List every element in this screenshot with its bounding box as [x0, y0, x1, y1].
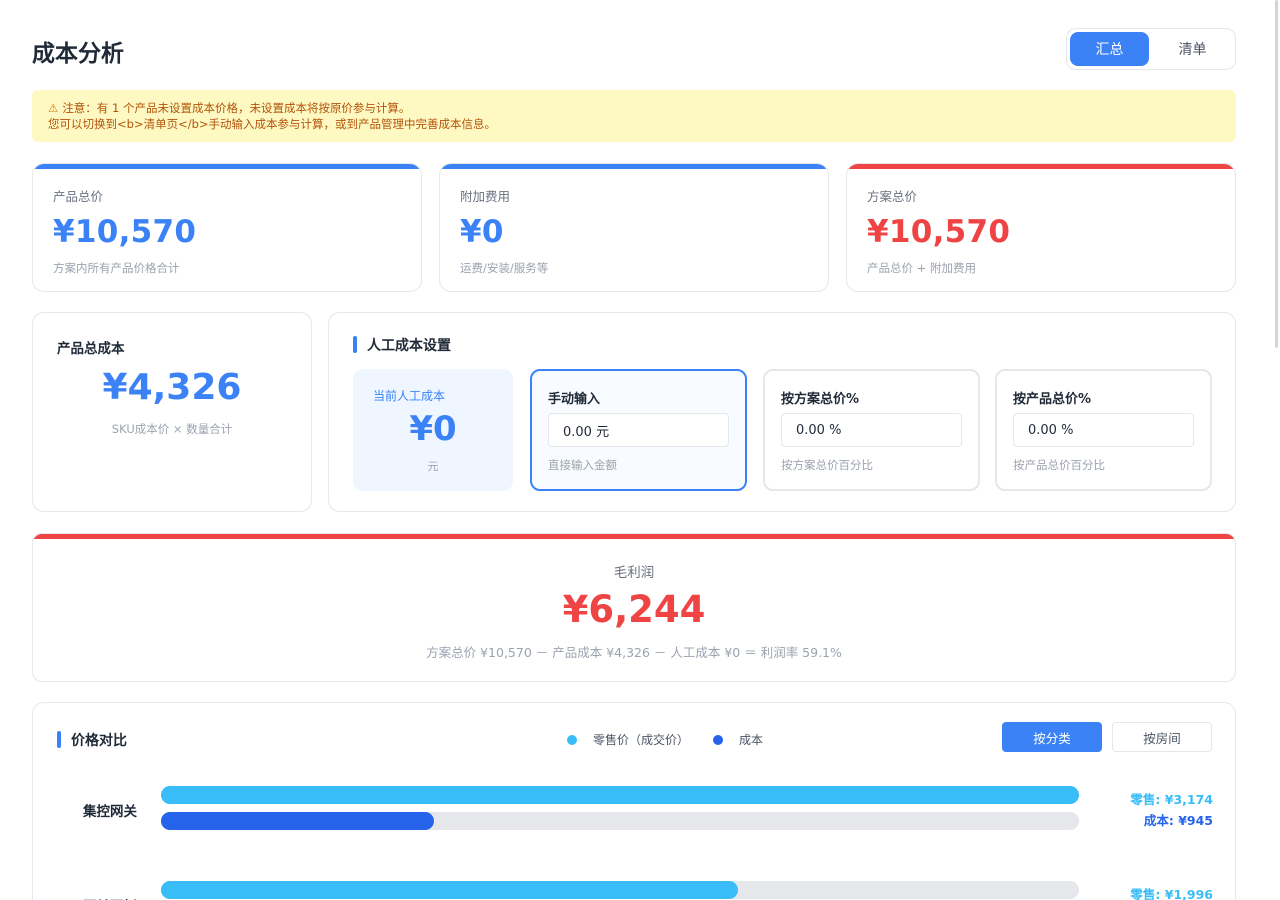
product-cost-value: ¥4,326	[102, 367, 242, 408]
current-labor-unit: 元	[427, 460, 439, 473]
legend-dot-cost	[713, 734, 724, 745]
view-toggle: 汇总 清单	[1066, 28, 1236, 70]
cost-notice: ⚠ 注意：有 1 个产品未设置成本价格，未设置成本将按原价参与计算。 您可以切换到…	[32, 90, 1236, 142]
stat-card-plan-total: 方案总价 ¥10,570 产品总价 + 附加费用	[846, 163, 1236, 292]
legend-label: 成本	[739, 733, 764, 747]
stat-label: 附加费用	[460, 189, 511, 204]
labor-mode-manual[interactable]: 手动输入 直接输入金额	[530, 369, 747, 491]
labor-mode-product-percent[interactable]: 按产品总价% 按产品总价百分比	[995, 369, 1212, 491]
current-labor-label: 当前人工成本	[373, 389, 446, 403]
stat-label: 产品总价	[53, 189, 104, 204]
stat-desc: 运费/安装/服务等	[460, 261, 549, 275]
retail-value-label: 零售: ¥1,996	[1130, 887, 1213, 900]
current-labor-value: ¥0	[409, 409, 457, 449]
warning-icon: ⚠	[48, 101, 59, 115]
stat-accent-bar	[440, 164, 828, 169]
labor-mode-plan-percent[interactable]: 按方案总价% 按方案总价百分比	[763, 369, 980, 491]
mode-desc: 按方案总价百分比	[781, 458, 873, 472]
group-by-room-button[interactable]: 按房间	[1112, 722, 1212, 752]
bar-row: 网关面板 零售: ¥1,996	[33, 881, 1237, 900]
product-cost-title: 产品总成本	[57, 341, 125, 357]
stat-value: ¥10,570	[53, 214, 197, 250]
chart-legend: 零售价（成交价） 成本	[567, 731, 787, 748]
current-labor-box: 当前人工成本 ¥0 元	[353, 369, 513, 491]
labor-cost-panel: 人工成本设置 当前人工成本 ¥0 元 手动输入 直接输入金额 按方案总价% 按方…	[328, 312, 1236, 512]
stat-value: ¥0	[460, 214, 504, 250]
page-title: 成本分析	[32, 41, 124, 67]
cost-value-label: 成本: ¥945	[1143, 813, 1213, 828]
cost-bar	[161, 812, 434, 830]
legend-item-cost: 成本	[713, 731, 763, 748]
retail-bar-track	[161, 786, 1079, 804]
retail-bar-track	[161, 881, 1079, 899]
stat-value: ¥10,570	[867, 214, 1011, 250]
legend-label: 零售价（成交价）	[593, 733, 690, 747]
stat-label: 方案总价	[867, 189, 918, 204]
mode-desc: 按产品总价百分比	[1013, 458, 1105, 472]
stat-desc: 产品总价 + 附加费用	[867, 261, 976, 275]
price-compare-panel: 价格对比 零售价（成交价） 成本 按分类 按房间 集控网关 零售: ¥3,174 成…	[32, 702, 1236, 900]
page-scrollbar[interactable]	[1275, 0, 1278, 348]
plan-percent-input[interactable]	[781, 413, 962, 447]
stat-accent-bar	[847, 164, 1235, 169]
retail-value-label: 零售: ¥3,174	[1130, 792, 1213, 807]
mode-desc: 直接输入金额	[548, 458, 617, 472]
group-toggle: 按分类 按房间	[1002, 722, 1222, 752]
category-label: 集控网关	[83, 804, 137, 820]
product-cost-card: 产品总成本 ¥4,326 SKU成本价 × 数量合计	[32, 312, 312, 512]
stat-card-product-total: 产品总价 ¥10,570 方案内所有产品价格合计	[32, 163, 422, 292]
retail-bar	[161, 786, 1079, 804]
group-by-category-button[interactable]: 按分类	[1002, 722, 1102, 752]
manual-amount-input[interactable]	[548, 413, 729, 447]
legend-dot-retail	[567, 734, 577, 745]
product-cost-desc: SKU成本价 × 数量合计	[111, 422, 233, 436]
cost-bar-track	[161, 812, 1079, 830]
stat-card-extra-fees: 附加费用 ¥0 运费/安装/服务等	[439, 163, 829, 292]
profit-accent-bar	[33, 534, 1235, 539]
notice-line-1: 注意：有 1 个产品未设置成本价格，未设置成本将按原价参与计算。	[62, 101, 411, 115]
tab-summary[interactable]: 汇总	[1070, 32, 1149, 66]
mode-label: 按产品总价%	[1013, 392, 1092, 407]
gross-profit-formula: 方案总价 ¥10,570 － 产品成本 ¥4,326 － 人工成本 ¥0 ＝ 利…	[426, 645, 842, 660]
legend-item-retail: 零售价（成交价）	[567, 731, 689, 748]
stat-accent-bar	[33, 164, 421, 169]
mode-label: 按方案总价%	[781, 392, 860, 407]
mode-label: 手动输入	[548, 392, 601, 407]
bar-row: 集控网关 零售: ¥3,174 成本: ¥945	[33, 786, 1237, 846]
gross-profit-value: ¥6,244	[562, 588, 706, 631]
gross-profit-label: 毛利润	[613, 565, 655, 581]
labor-section-title: 人工成本设置	[353, 335, 451, 355]
compare-section-title: 价格对比	[57, 730, 127, 750]
product-percent-input[interactable]	[1013, 413, 1194, 447]
notice-line-2: 您可以切换到<b>清单页</b>手动输入成本参与计算，或到产品管理中完善成本信息…	[48, 117, 497, 131]
category-label: 网关面板	[33, 895, 137, 900]
stat-desc: 方案内所有产品价格合计	[53, 261, 180, 275]
gross-profit-card: 毛利润 ¥6,244 方案总价 ¥10,570 － 产品成本 ¥4,326 － …	[32, 533, 1236, 682]
retail-bar	[161, 881, 738, 899]
tab-list[interactable]: 清单	[1153, 32, 1232, 66]
